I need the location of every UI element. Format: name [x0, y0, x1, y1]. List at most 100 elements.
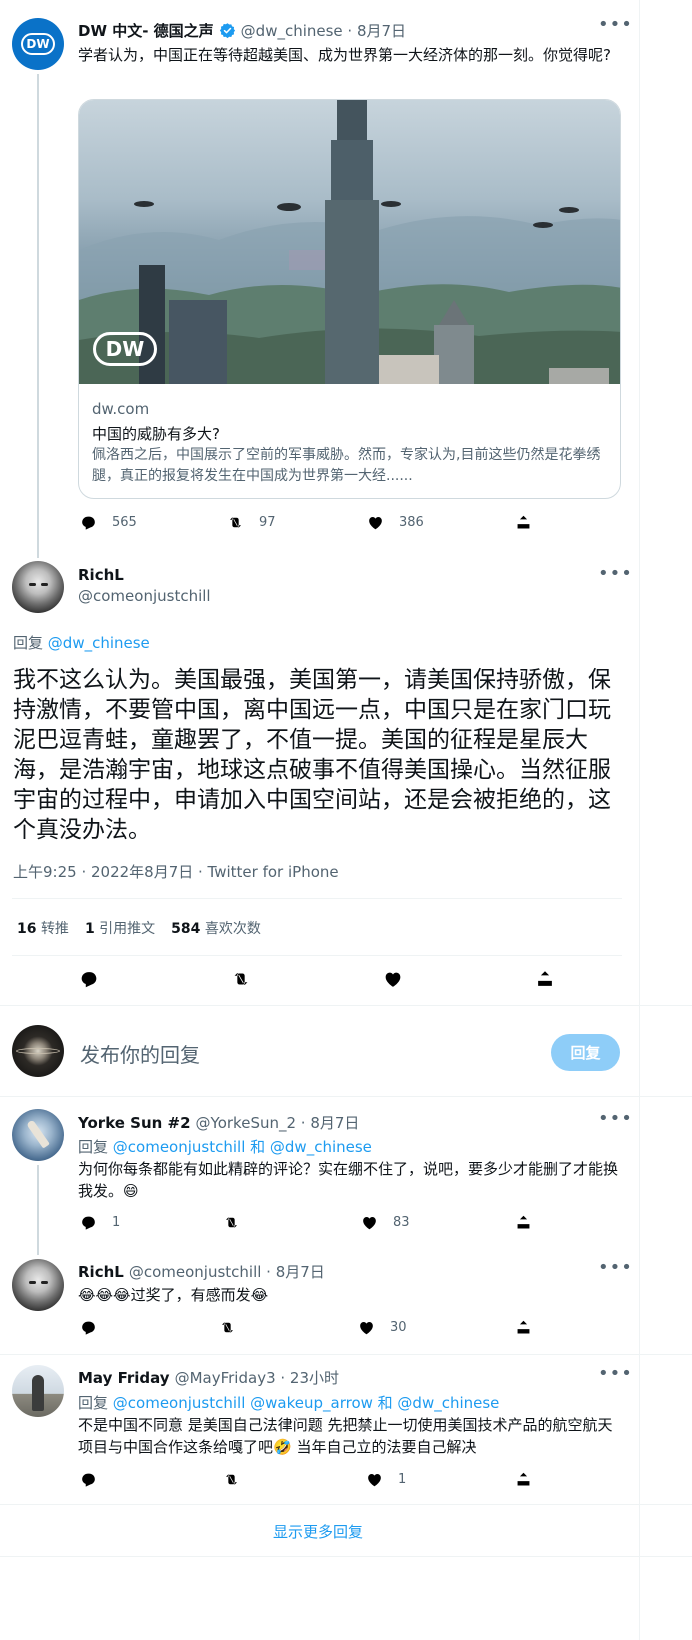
thread-line	[37, 74, 39, 558]
share-action[interactable]	[514, 1470, 547, 1489]
like-action[interactable]: 386	[366, 513, 424, 532]
like-icon	[382, 968, 404, 990]
share-icon	[514, 513, 533, 532]
author-name[interactable]: RichL	[78, 566, 124, 584]
timestamp[interactable]: 上午9:25 · 2022年8月7日 · Twitter for iPhone	[13, 861, 339, 882]
reply-action[interactable]	[78, 968, 114, 990]
tweet-text: 不是中国不同意 是美国自己法律问题 先把禁止一切使用美国技术产品的航空航天项目与…	[78, 1416, 613, 1456]
card-description: 佩洛西之后，中国展示了空前的军事威胁。然而，专家认为,目前这些仍然是花拳绣腿，真…	[92, 447, 601, 484]
divider	[12, 898, 622, 899]
retweet-icon	[222, 1470, 241, 1489]
likes-stat[interactable]: 584 喜欢次数	[171, 918, 261, 938]
author-name[interactable]: RichL	[78, 1263, 124, 1281]
user-avatar[interactable]	[12, 1025, 64, 1077]
more-icon[interactable]: •••	[598, 14, 633, 35]
reply-context: 回复 @dw_chinese	[13, 632, 150, 653]
share-icon	[514, 1470, 533, 1489]
reply-to-link[interactable]: @comeonjustchill @wakeup_arrow 和 @dw_chi…	[113, 1394, 500, 1412]
reply-to-link[interactable]: @comeonjustchill 和 @dw_chinese	[113, 1138, 372, 1156]
column-border	[639, 0, 640, 1640]
link-card[interactable]: DW dw.com 中国的威胁有多大? 佩洛西之后，中国展示了空前的军事威胁。然…	[78, 99, 621, 499]
retweet-icon	[222, 1213, 241, 1232]
handle-time: @comeonjustchill · 8月7日	[128, 1263, 325, 1281]
statue-icon	[32, 1375, 44, 1411]
reply-action[interactable]	[79, 1470, 112, 1489]
retweet-icon	[218, 1318, 237, 1337]
reply-count: 565	[112, 515, 137, 530]
like-action[interactable]	[382, 968, 418, 990]
card-image[interactable]: DW	[79, 100, 620, 384]
card-domain: dw.com	[92, 400, 150, 418]
reply-context: 回复 @comeonjustchill 和 @dw_chinese	[78, 1136, 372, 1157]
more-icon[interactable]: •••	[598, 1108, 633, 1129]
reply-prefix: 回复	[78, 1138, 109, 1156]
card-title: 中国的威胁有多大?	[92, 425, 220, 443]
card-dw-logo-icon: DW	[93, 332, 157, 366]
rocket-icon	[26, 1119, 50, 1149]
retweet-action[interactable]	[222, 1470, 255, 1489]
author-name[interactable]: May Friday	[78, 1369, 170, 1387]
divider	[0, 1354, 692, 1355]
reply-count: 1	[112, 1215, 121, 1230]
reply-to-link[interactable]: @dw_chinese	[48, 634, 150, 652]
reply-button[interactable]: 回复	[551, 1034, 620, 1071]
more-icon[interactable]: •••	[598, 1363, 633, 1384]
share-action[interactable]	[514, 1213, 547, 1232]
author-handle[interactable]: @comeonjustchill	[78, 587, 211, 605]
tweet-text: 😂😂😂过奖了，有感而发😂	[78, 1286, 269, 1304]
share-action[interactable]	[534, 968, 570, 990]
city-illustration	[79, 100, 620, 384]
reply-action[interactable]: 1	[79, 1213, 120, 1232]
divider	[12, 955, 622, 956]
more-icon[interactable]: •••	[598, 1257, 633, 1278]
share-icon	[514, 1318, 533, 1337]
retweet-action[interactable]	[230, 968, 266, 990]
retweet-action[interactable]: 97	[226, 513, 276, 532]
reply-icon	[78, 968, 100, 990]
retweet-action[interactable]	[222, 1213, 255, 1232]
reply-input[interactable]: 发布你的回复	[80, 1039, 530, 1068]
verified-icon	[219, 23, 235, 39]
reply-action[interactable]	[79, 1318, 112, 1337]
like-count: 1	[398, 1472, 407, 1487]
dw-logo-label: DW	[26, 37, 50, 51]
like-icon	[360, 1213, 379, 1232]
retweet-action[interactable]	[218, 1318, 251, 1337]
author-name[interactable]: DW 中文- 德国之声	[78, 20, 214, 41]
reply-context: 回复 @comeonjustchill @wakeup_arrow 和 @dw_…	[78, 1392, 499, 1413]
reply-action[interactable]: 565	[79, 513, 137, 532]
richl-avatar[interactable]	[12, 1259, 64, 1311]
divider	[0, 1096, 692, 1097]
reply-prefix: 回复	[78, 1394, 109, 1412]
divider	[0, 1556, 692, 1557]
retweet-icon	[230, 968, 252, 990]
mayfriday-avatar[interactable]	[12, 1365, 64, 1417]
share-icon	[514, 1213, 533, 1232]
like-count: 83	[393, 1215, 410, 1230]
like-action[interactable]: 30	[357, 1318, 407, 1337]
author-name[interactable]: Yorke Sun #2	[78, 1114, 191, 1132]
dw-avatar[interactable]: DW	[12, 18, 64, 70]
tweet-stats: 16 转推 1 引用推文 584 喜欢次数	[17, 918, 261, 938]
share-action[interactable]	[514, 1318, 547, 1337]
share-action[interactable]	[514, 513, 547, 532]
show-more-replies-link[interactable]: 显示更多回复	[0, 1521, 636, 1542]
like-icon	[357, 1318, 376, 1337]
like-action[interactable]: 83	[360, 1213, 410, 1232]
quotes-stat[interactable]: 1 引用推文	[85, 918, 155, 938]
like-action[interactable]: 1	[365, 1470, 406, 1489]
retweets-stat[interactable]: 16 转推	[17, 918, 69, 938]
tweet-text: 学者认为，中国正在等待超越美国、成为世界第一大经济体的那一刻。你觉得呢?	[78, 46, 611, 64]
handle-time: @YorkeSun_2 · 8月7日	[195, 1114, 360, 1132]
reply-prefix: 回复	[13, 634, 44, 652]
yorke-avatar[interactable]	[12, 1109, 64, 1161]
share-icon	[534, 968, 556, 990]
richl-avatar[interactable]	[12, 561, 64, 613]
tweet-text: 为何你每条都能有如此精辟的评论？实在绷不住了，说吧，要多少才能删了才能换我发。😄	[78, 1160, 619, 1200]
like-icon	[365, 1470, 384, 1489]
thread-line	[37, 1165, 39, 1255]
main-tweet-text: 我不这么认为。美国最强，美国第一，请美国保持骄傲，保持激情，不要管中国，离中国远…	[13, 667, 611, 843]
more-icon[interactable]: •••	[598, 563, 633, 584]
divider	[0, 1005, 692, 1006]
like-count: 386	[399, 515, 424, 530]
